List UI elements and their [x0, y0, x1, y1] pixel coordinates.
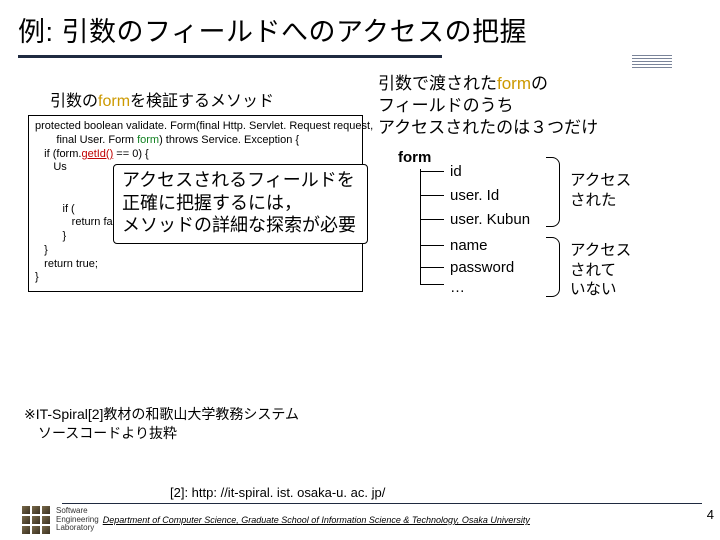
- rc-pre: 引数で渡された: [378, 74, 497, 93]
- diagram-root: form: [398, 149, 431, 166]
- left-caption-pre: 引数の: [50, 93, 98, 110]
- code-line: protected boolean validate. Form(final H…: [35, 120, 356, 134]
- note-line: いない: [570, 280, 631, 299]
- footer-row: Software Engineering Laboratory Departme…: [0, 506, 720, 534]
- code-line: }: [35, 271, 356, 285]
- code-highlight-getid: getId(): [81, 148, 113, 160]
- footnote-line: ※IT-Spiral[2]教材の和歌山大学教務システム: [24, 405, 299, 424]
- note-accessed: アクセス された: [570, 171, 631, 210]
- overlay-callout: アクセスされるフィールドを 正確に把握するには， メソッドの詳細な探索が必要: [113, 164, 368, 244]
- overlay-line: アクセスされるフィールドを: [122, 169, 359, 192]
- code-keyword-form: form: [137, 134, 159, 146]
- code-line: }: [35, 244, 356, 258]
- content-area: 引数のformを検証するメソッド protected boolean valid…: [0, 73, 720, 292]
- rc-post: の: [531, 74, 548, 93]
- right-caption: 引数で渡されたformの フィールドのうち アクセスされたのは３つだけ: [378, 73, 708, 139]
- overlay-line: メソッドの詳細な探索が必要: [122, 214, 359, 237]
- right-block: 引数で渡されたformの フィールドのうち アクセスされたのは３つだけ form…: [378, 73, 708, 319]
- bracket-accessed: [546, 157, 560, 227]
- left-caption-keyword: form: [98, 93, 130, 110]
- reference-link: [2]: http: //it-spiral. ist. osaka-u. ac…: [170, 485, 720, 500]
- diagram-branch: [420, 195, 444, 196]
- department-text: Department of Computer Science, Graduate…: [103, 515, 530, 525]
- diagram-field-userid: user. Id: [450, 187, 499, 204]
- footnote: ※IT-Spiral[2]教材の和歌山大学教務システム ソースコードより抜粋: [24, 405, 299, 443]
- page-number: 4: [707, 507, 714, 522]
- left-caption-post: を検証するメソッド: [130, 93, 274, 110]
- diagram-branch: [420, 245, 444, 246]
- code-line: if (form.getId() == 0) {: [35, 148, 356, 162]
- diagram-branch: [420, 171, 444, 172]
- footer: [2]: http: //it-spiral. ist. osaka-u. ac…: [0, 485, 720, 534]
- slide-title: 例: 引数のフィールドへのアクセスの把握: [0, 0, 720, 55]
- code-frag: final User. Form: [35, 134, 137, 146]
- diagram-field-id: id: [450, 163, 462, 180]
- code-frag: if (form.: [35, 148, 81, 160]
- rc-keyword: form: [497, 74, 531, 93]
- title-rule: [18, 55, 702, 69]
- diagram-branch: [420, 267, 444, 268]
- diagram-field-userkubun: user. Kubun: [450, 211, 530, 228]
- diagram-field-ellipsis: …: [450, 279, 465, 296]
- note-line: されて: [570, 261, 631, 280]
- form-diagram: form id user. Id user. Kubun name passwo…: [378, 149, 708, 319]
- lab-logo-icon: [22, 506, 50, 534]
- right-caption-line: フィールドのうち: [378, 95, 708, 117]
- lab-logo-text: Software Engineering Laboratory: [56, 507, 99, 532]
- footnote-line: ソースコードより抜粋: [24, 424, 299, 443]
- code-frag: ) throws Service. Exception {: [159, 134, 299, 146]
- code-frag: == 0) {: [113, 148, 148, 160]
- diagram-field-password: password: [450, 259, 514, 276]
- note-line: アクセス: [570, 171, 631, 190]
- diagram-branch: [420, 284, 444, 285]
- overlay-line: 正確に把握するには，: [122, 192, 359, 215]
- note-line: アクセス: [570, 241, 631, 260]
- note-line: された: [570, 191, 631, 210]
- right-caption-line: アクセスされたのは３つだけ: [378, 117, 708, 139]
- footer-rule: [62, 503, 702, 504]
- diagram-branch: [420, 219, 444, 220]
- bracket-not-accessed: [546, 237, 560, 297]
- code-line: return true;: [35, 258, 356, 272]
- code-box: protected boolean validate. Form(final H…: [28, 115, 363, 292]
- code-line: final User. Form form) throws Service. E…: [35, 134, 356, 148]
- note-not-accessed: アクセス されて いない: [570, 241, 631, 299]
- right-caption-line: 引数で渡されたformの: [378, 73, 708, 95]
- logo-text-line: Laboratory: [56, 524, 99, 532]
- diagram-field-name: name: [450, 237, 488, 254]
